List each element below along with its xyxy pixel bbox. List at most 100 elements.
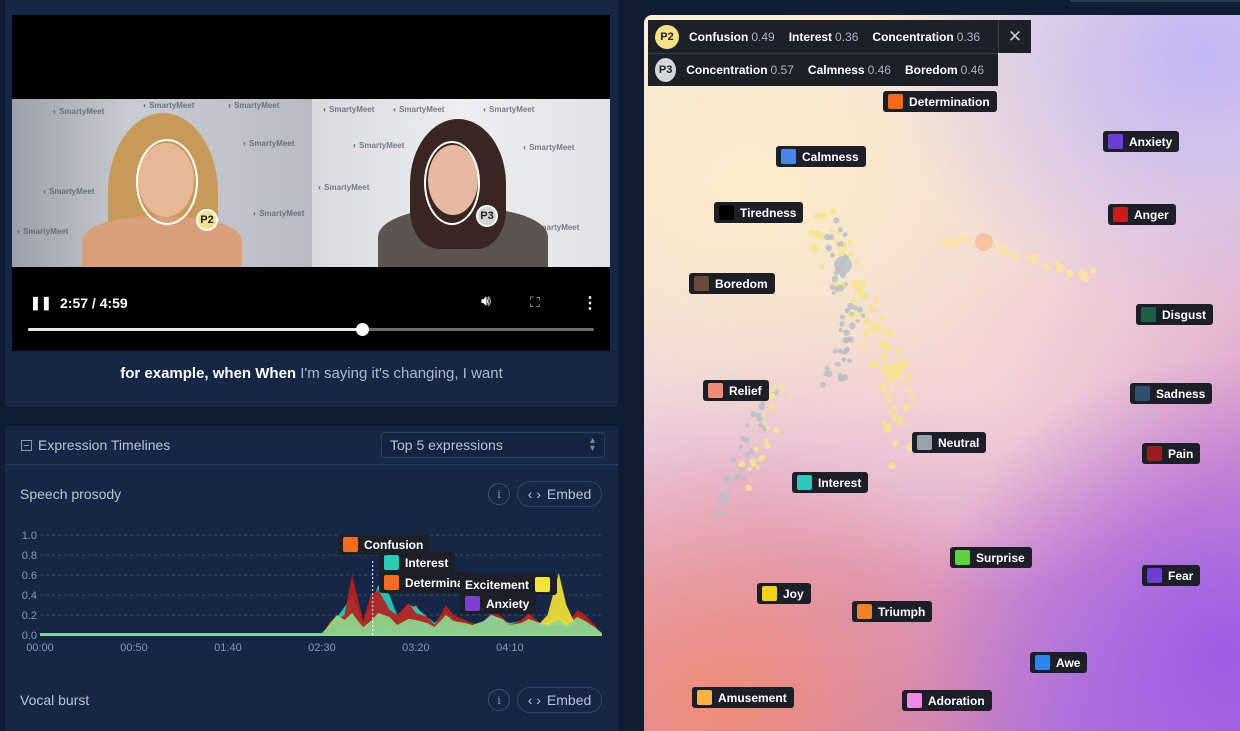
seek-handle[interactable] <box>355 323 369 336</box>
code-icon: ‹ › <box>527 692 541 708</box>
map-top-edge <box>1070 0 1240 2</box>
embed-button[interactable]: ‹ › Embed <box>517 481 602 507</box>
map-label-triumph[interactable]: Triumph <box>852 601 933 622</box>
map-point <box>744 422 750 428</box>
watermark: SmartyMeet <box>16 227 68 236</box>
more-options-icon[interactable]: ⋮ <box>582 293 598 313</box>
map-point <box>865 326 871 332</box>
face-detection-ring <box>424 141 480 225</box>
watermark: SmartyMeet <box>317 183 369 192</box>
map-point <box>1089 267 1097 275</box>
seek-bar[interactable] <box>28 323 594 336</box>
map-label-fear[interactable]: Fear <box>1142 565 1201 586</box>
x-tick-label: 04:10 <box>496 642 524 654</box>
map-label-tiredness[interactable]: Tiredness <box>714 202 804 223</box>
map-label-joy[interactable]: Joy <box>757 583 811 604</box>
y-tick-label: 0.0 <box>22 630 37 642</box>
map-label-anxiety[interactable]: Anxiety <box>1103 131 1180 152</box>
info-icon[interactable]: i <box>488 483 510 505</box>
map-scatter <box>717 208 1097 517</box>
swatch <box>857 604 872 619</box>
label-text: Anger <box>1134 207 1169 222</box>
watermark: SmartyMeet <box>392 105 444 114</box>
embed-button[interactable]: ‹ › Embed <box>517 687 602 713</box>
map-point <box>769 393 776 400</box>
map-point <box>844 347 850 354</box>
participant-badge-p3: P3 <box>655 58 677 82</box>
map-label-calmness[interactable]: Calmness <box>776 146 866 167</box>
map-point <box>847 358 852 363</box>
caption-spoken: for example, when When <box>120 365 297 382</box>
collapse-icon[interactable] <box>21 440 32 451</box>
map-point <box>819 264 825 270</box>
volume-icon[interactable]: 🔊︎ <box>481 293 491 311</box>
info-icon[interactable]: i <box>488 689 510 711</box>
watermark: SmartyMeet <box>227 101 279 110</box>
map-point <box>826 370 833 377</box>
map-point <box>885 395 893 402</box>
map-point <box>831 275 839 283</box>
map-point <box>1083 275 1090 282</box>
map-label-relief[interactable]: Relief <box>703 380 769 401</box>
map-label-adoration[interactable]: Adoration <box>902 690 992 711</box>
map-point <box>850 296 858 304</box>
transcript-caption: for example, when When I'm saying it's c… <box>5 365 618 382</box>
map-label-surprise[interactable]: Surprise <box>950 547 1032 568</box>
map-point <box>740 435 746 442</box>
swatch <box>719 205 734 220</box>
map-label-neutral[interactable]: Neutral <box>912 432 987 453</box>
swatch <box>535 577 551 592</box>
tooltip-label: Excitement <box>465 577 530 592</box>
video-player[interactable]: SmartyMeet SmartyMeet SmartyMeet SmartyM… <box>12 15 610 351</box>
label-text: Fear <box>1168 568 1194 583</box>
map-point <box>909 395 916 402</box>
map-point <box>738 444 743 449</box>
participant-badge-p3: P3 <box>476 205 498 227</box>
map-point <box>889 387 895 392</box>
map-point <box>890 404 897 412</box>
map-point <box>897 417 905 425</box>
score-value: 0.49 <box>751 29 775 44</box>
label-text: Determination <box>909 94 990 109</box>
map-label-disgust[interactable]: Disgust <box>1136 304 1214 325</box>
map-point <box>761 412 767 418</box>
score-label: Calmness <box>807 63 865 77</box>
map-point <box>742 475 747 481</box>
map-point <box>884 328 893 338</box>
fullscreen-icon[interactable]: ⛶ <box>530 294 540 311</box>
map-point <box>824 233 831 241</box>
map-point <box>883 389 889 395</box>
map-label-pain[interactable]: Pain <box>1142 443 1201 464</box>
map-point <box>880 352 888 361</box>
map-label-anger[interactable]: Anger <box>1108 204 1176 225</box>
map-label-sadness[interactable]: Sadness <box>1130 383 1213 404</box>
map-label-determination[interactable]: Determination <box>883 91 997 112</box>
label-text: Surprise <box>976 550 1025 565</box>
map-label-amusement[interactable]: Amusement <box>692 687 794 708</box>
map-label-interest[interactable]: Interest <box>792 472 869 493</box>
map-point <box>895 347 902 354</box>
map-label-boredom[interactable]: Boredom <box>689 273 775 294</box>
y-tick-label: 0.8 <box>22 550 37 562</box>
map-point <box>812 212 820 219</box>
swatch <box>343 537 358 552</box>
map-point <box>825 244 833 252</box>
swatch <box>1141 307 1156 322</box>
map-point <box>837 375 845 383</box>
label-text: Triumph <box>878 604 926 619</box>
map-label-awe[interactable]: Awe <box>1030 652 1088 673</box>
expression-count-select[interactable]: Top 5 expressions ▴ ▾ <box>381 432 605 458</box>
score-item: Boredom 0.46 <box>905 63 984 77</box>
map-point <box>852 305 858 311</box>
map-point <box>848 322 856 330</box>
watermark: SmartyMeet <box>482 105 534 114</box>
score-value: 0.46 <box>867 63 891 77</box>
close-icon[interactable]: ✕ <box>998 20 1031 53</box>
swatch <box>762 586 777 601</box>
map-point <box>824 365 830 371</box>
pause-icon[interactable]: ❚❚ <box>30 295 52 311</box>
map-point <box>956 234 965 243</box>
watermark: SmartyMeet <box>522 143 574 152</box>
swatch <box>1113 207 1128 222</box>
score-item: Calmness 0.46 <box>808 63 891 77</box>
